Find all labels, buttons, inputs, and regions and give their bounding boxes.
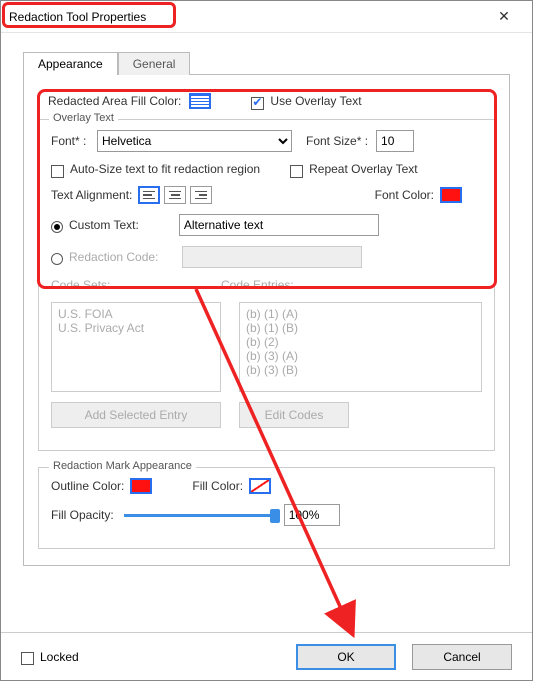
font-select[interactable]: Helvetica xyxy=(97,130,292,152)
add-entry-button: Add Selected Entry xyxy=(51,402,221,428)
mark-fill-label: Fill Color: xyxy=(192,479,243,493)
fill-color-swatch[interactable] xyxy=(189,93,211,109)
locked-label: Locked xyxy=(40,650,79,664)
edit-codes-button: Edit Codes xyxy=(239,402,349,428)
font-color-label: Font Color: xyxy=(375,188,434,202)
redaction-code-label: Redaction Code: xyxy=(69,250,158,264)
mark-appearance-group: Redaction Mark Appearance Outline Color:… xyxy=(38,467,495,549)
use-overlay-checkbox[interactable] xyxy=(251,97,264,110)
overlay-text-group: Overlay Text Font* : Helvetica Font Size… xyxy=(38,119,495,451)
list-item[interactable]: (b) (3) (B) xyxy=(246,363,475,377)
align-left-button[interactable] xyxy=(138,186,160,204)
use-overlay-label: Use Overlay Text xyxy=(270,94,361,108)
opacity-slider[interactable] xyxy=(124,514,274,517)
font-label: Font* : xyxy=(51,134,97,148)
tab-strip: Appearance General xyxy=(23,51,532,74)
align-label: Text Alignment: xyxy=(51,188,132,202)
window-title: Redaction Tool Properties xyxy=(9,10,146,24)
appearance-panel: Redacted Area Fill Color: Use Overlay Te… xyxy=(23,74,510,566)
repeat-checkbox[interactable] xyxy=(290,165,303,178)
overlay-group-title: Overlay Text xyxy=(49,112,118,124)
list-item[interactable]: U.S. Privacy Act xyxy=(58,321,214,335)
custom-text-label: Custom Text: xyxy=(69,218,139,232)
locked-checkbox[interactable] xyxy=(21,652,34,665)
code-entries-label: Code Entries: xyxy=(221,278,294,292)
list-item[interactable]: (b) (1) (A) xyxy=(246,307,475,321)
code-sets-label: Code Sets: xyxy=(51,278,221,292)
list-item[interactable]: (b) (1) (B) xyxy=(246,321,475,335)
repeat-label: Repeat Overlay Text xyxy=(309,162,418,176)
code-entries-list[interactable]: (b) (1) (A) (b) (1) (B) (b) (2) (b) (3) … xyxy=(239,302,482,392)
opacity-input[interactable] xyxy=(284,504,340,526)
font-size-input[interactable] xyxy=(376,130,414,152)
outline-color-swatch[interactable] xyxy=(130,478,152,494)
cancel-button[interactable]: Cancel xyxy=(412,644,512,670)
custom-text-input[interactable] xyxy=(179,214,379,236)
autosize-label: Auto-Size text to fit redaction region xyxy=(70,162,260,176)
autosize-checkbox[interactable] xyxy=(51,165,64,178)
list-item[interactable]: U.S. FOIA xyxy=(58,307,214,321)
code-sets-list[interactable]: U.S. FOIA U.S. Privacy Act xyxy=(51,302,221,392)
tab-appearance[interactable]: Appearance xyxy=(23,52,118,75)
outline-color-label: Outline Color: xyxy=(51,479,124,493)
close-icon[interactable]: ✕ xyxy=(484,8,524,25)
opacity-label: Fill Opacity: xyxy=(51,508,114,522)
font-color-swatch[interactable] xyxy=(440,187,462,203)
footer-bar: Locked OK Cancel xyxy=(1,632,532,680)
redaction-code-input xyxy=(182,246,362,268)
title-bar: Redaction Tool Properties ✕ xyxy=(1,1,532,33)
fill-color-label: Redacted Area Fill Color: xyxy=(48,94,181,108)
mark-group-title: Redaction Mark Appearance xyxy=(49,460,196,472)
tab-general[interactable]: General xyxy=(118,52,191,75)
align-right-button[interactable] xyxy=(190,186,212,204)
ok-button[interactable]: OK xyxy=(296,644,396,670)
redaction-code-radio[interactable] xyxy=(51,253,63,265)
list-item[interactable]: (b) (3) (A) xyxy=(246,349,475,363)
mark-fill-swatch[interactable] xyxy=(249,478,271,494)
custom-text-radio[interactable] xyxy=(51,221,63,233)
align-center-button[interactable] xyxy=(164,186,186,204)
font-size-label: Font Size* : xyxy=(306,134,368,148)
list-item[interactable]: (b) (2) xyxy=(246,335,475,349)
